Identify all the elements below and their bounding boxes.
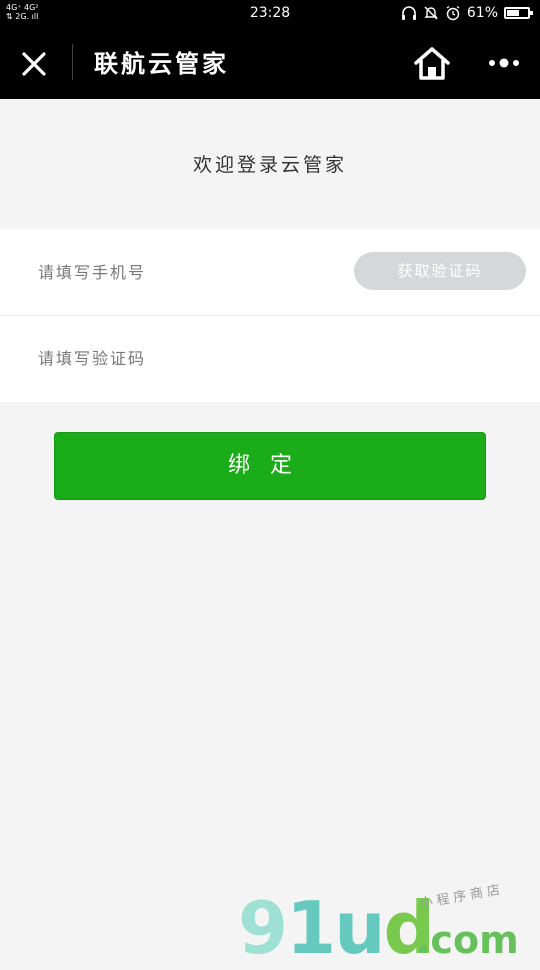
headphones-icon <box>401 5 417 21</box>
bind-button[interactable]: 绑定 <box>54 432 486 500</box>
welcome-heading: 欢迎登录云管家 <box>192 154 347 176</box>
home-button[interactable] <box>412 45 452 81</box>
code-row <box>0 315 540 401</box>
nav-bar: 联航云管家 <box>0 26 540 99</box>
login-form: 获取验证码 <box>0 229 540 402</box>
close-icon <box>22 52 46 76</box>
more-icon <box>489 58 519 68</box>
watermark-brand: 91ud <box>238 886 435 970</box>
home-icon <box>414 47 450 80</box>
close-button[interactable] <box>18 48 50 80</box>
watermark-domain: .com <box>416 918 519 962</box>
bell-off-icon <box>423 5 439 21</box>
verification-code-input[interactable] <box>38 343 338 373</box>
page-title: 联航云管家 <box>94 50 229 78</box>
battery-percent: 61% <box>466 5 498 21</box>
nav-divider <box>72 44 73 80</box>
alarm-icon <box>445 5 461 21</box>
watermark-tagline: 小程序商店 <box>418 882 506 912</box>
get-code-button[interactable]: 获取验证码 <box>354 252 526 290</box>
phone-row: 获取验证码 <box>0 229 540 316</box>
more-button[interactable] <box>484 50 524 76</box>
phone-input[interactable] <box>38 257 338 287</box>
status-bar: 4G⁺ 4G² ⇅ 2G. ıll 23:28 61% <box>0 0 540 26</box>
watermark-logo: 91ud <box>238 886 435 970</box>
battery-icon <box>504 7 533 19</box>
status-icons: 61% <box>401 3 533 23</box>
